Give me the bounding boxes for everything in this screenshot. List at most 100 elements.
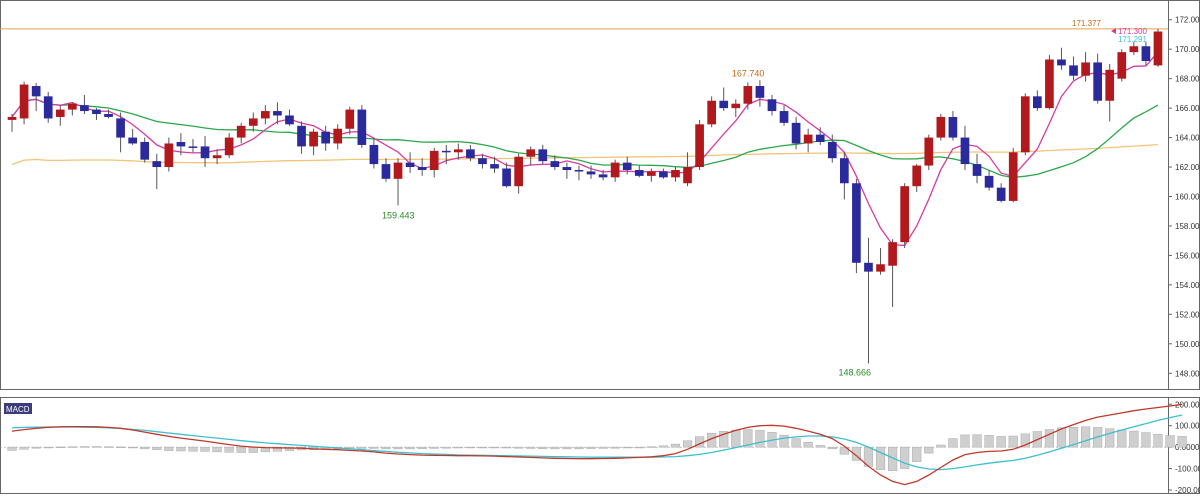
macd-histogram-bar [502, 446, 512, 449]
candle-down [297, 125, 306, 147]
candle-down [116, 118, 125, 138]
macd-histogram-bar [405, 446, 415, 450]
macd-histogram-bar [31, 446, 41, 449]
macd-histogram-bar [779, 434, 789, 448]
macd-histogram-bar [562, 446, 572, 450]
macd-histogram-bar [1081, 426, 1091, 448]
macd-histogram-bar [164, 446, 174, 451]
macd-histogram-bar [936, 444, 946, 448]
macd-histogram-bar [55, 446, 65, 448]
macd-histogram-bar [176, 446, 186, 452]
candle-down [273, 111, 282, 116]
candle-up [888, 242, 897, 266]
price-tick-label: 164.000 [1175, 134, 1200, 143]
candle-down [550, 161, 560, 168]
candle-down [188, 146, 198, 148]
macd-histogram-bar [646, 446, 656, 448]
macd-histogram-bar [803, 441, 813, 448]
candle-down [92, 109, 101, 115]
macd-histogram-bar [1177, 436, 1187, 448]
price-tick-label: 170.000 [1175, 45, 1200, 54]
candle-up [876, 264, 885, 272]
candle-up [671, 169, 680, 178]
candle-down [104, 114, 113, 117]
candle-up [393, 162, 403, 179]
candle-up [1008, 152, 1018, 201]
high-annotation: 167.740 [732, 68, 765, 78]
macd-histogram-bar [791, 438, 801, 448]
macd-histogram-bar [658, 445, 668, 448]
candle-down [960, 137, 970, 165]
macd-histogram-bar [984, 435, 994, 448]
candle-up [912, 165, 922, 187]
candle-up [683, 167, 692, 184]
price-tick-label: 150.000 [1175, 340, 1200, 349]
macd-histogram-bar [369, 446, 379, 449]
macd-histogram-bar [441, 446, 451, 449]
macd-histogram-bar [622, 446, 632, 449]
price-tick-label: 160.000 [1175, 193, 1200, 202]
candle-up [7, 116, 17, 120]
candle-down [972, 164, 982, 176]
candle-down [755, 86, 765, 98]
candle-down [1033, 96, 1042, 109]
candle-up [1081, 62, 1090, 76]
macd-histogram-bar [212, 446, 222, 453]
candle-down [417, 167, 427, 170]
candle-down [381, 164, 391, 179]
macd-tick-label: -100.0000 [1175, 465, 1200, 474]
macd-histogram-bar [900, 446, 910, 469]
candle-up [803, 134, 813, 144]
macd-histogram-bar [731, 429, 741, 448]
candle-down [586, 171, 596, 175]
macd-histogram-bar [755, 430, 765, 448]
candle-up [1045, 59, 1054, 109]
candle-down [200, 146, 210, 159]
macd-line [11, 403, 1183, 486]
candle-down [948, 116, 958, 138]
price-tick-label: 168.000 [1175, 75, 1200, 84]
candle-up [647, 171, 656, 176]
candle-down [791, 122, 801, 144]
macd-histogram-bar [417, 446, 427, 449]
macd-histogram-bar [43, 446, 53, 449]
macd-histogram-bar [429, 446, 439, 449]
candle-down [502, 168, 511, 187]
macd-histogram-bar [1117, 429, 1127, 448]
macd-histogram-bar [948, 438, 958, 448]
candle-up [236, 125, 246, 138]
candle-up [707, 100, 716, 125]
candle-down [719, 100, 729, 109]
candle-up [212, 155, 222, 159]
candle-up [1117, 52, 1127, 79]
macd-histogram-bar [477, 446, 488, 449]
ma-short-line [11, 51, 1159, 247]
macd-histogram-bar [586, 446, 596, 449]
macd-histogram-bar [996, 436, 1006, 448]
macd-histogram-bar [514, 446, 524, 449]
price-tick-label: 158.000 [1175, 222, 1200, 231]
macd-histogram-bar [827, 446, 837, 450]
low-annotation-1: 159.443 [382, 211, 415, 221]
candle-up [261, 111, 270, 119]
macd-histogram-bar [1129, 430, 1139, 448]
candle-down [152, 161, 162, 168]
candle-up [610, 162, 620, 178]
macd-histogram-bar [236, 446, 246, 453]
macd-histogram-bar [489, 446, 500, 449]
candle-down [321, 131, 330, 144]
macd-histogram-bar [152, 446, 162, 450]
candle-up [743, 86, 753, 104]
candle-down [357, 109, 367, 145]
macd-histogram-bar [1153, 434, 1163, 448]
price-label-2: 171.291 [1118, 35, 1147, 44]
price-tick-label: 154.000 [1175, 281, 1200, 290]
candle-down [779, 111, 789, 123]
candle-down [490, 164, 499, 169]
candle-up [731, 103, 741, 109]
low-annotation-2: 148.666 [838, 367, 871, 377]
candle-up [900, 186, 909, 243]
candle-up [68, 103, 77, 110]
macd-histogram-bar [248, 446, 258, 453]
macd-histogram-bar [7, 446, 17, 451]
